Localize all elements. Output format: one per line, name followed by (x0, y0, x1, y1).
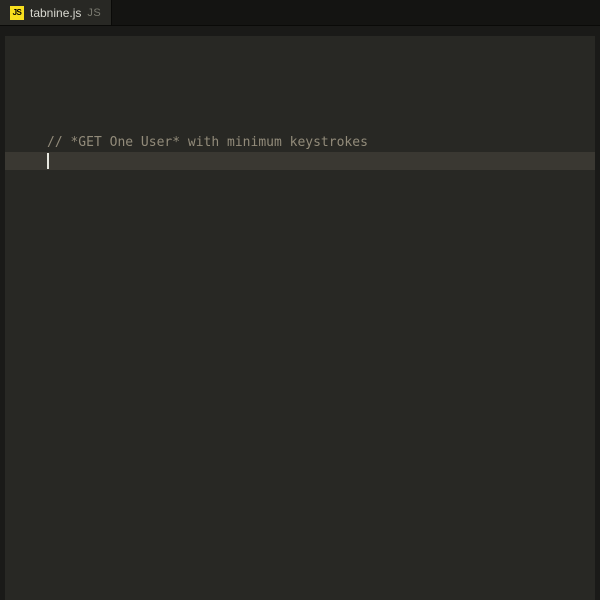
comment-text: // *GET One User* with minimum keystroke… (47, 135, 368, 150)
code-line: // *GET One User* with minimum keystroke… (5, 134, 595, 152)
tab-language-badge: JS (87, 7, 101, 19)
text-cursor (47, 153, 49, 169)
tab-bar: JS tabnine.js JS (0, 0, 600, 26)
current-line (5, 152, 595, 170)
file-tab[interactable]: JS tabnine.js JS (0, 0, 112, 25)
tab-filename: tabnine.js (30, 6, 81, 20)
code-editor[interactable]: // *GET One User* with minimum keystroke… (5, 36, 595, 600)
javascript-file-icon: JS (10, 6, 24, 20)
